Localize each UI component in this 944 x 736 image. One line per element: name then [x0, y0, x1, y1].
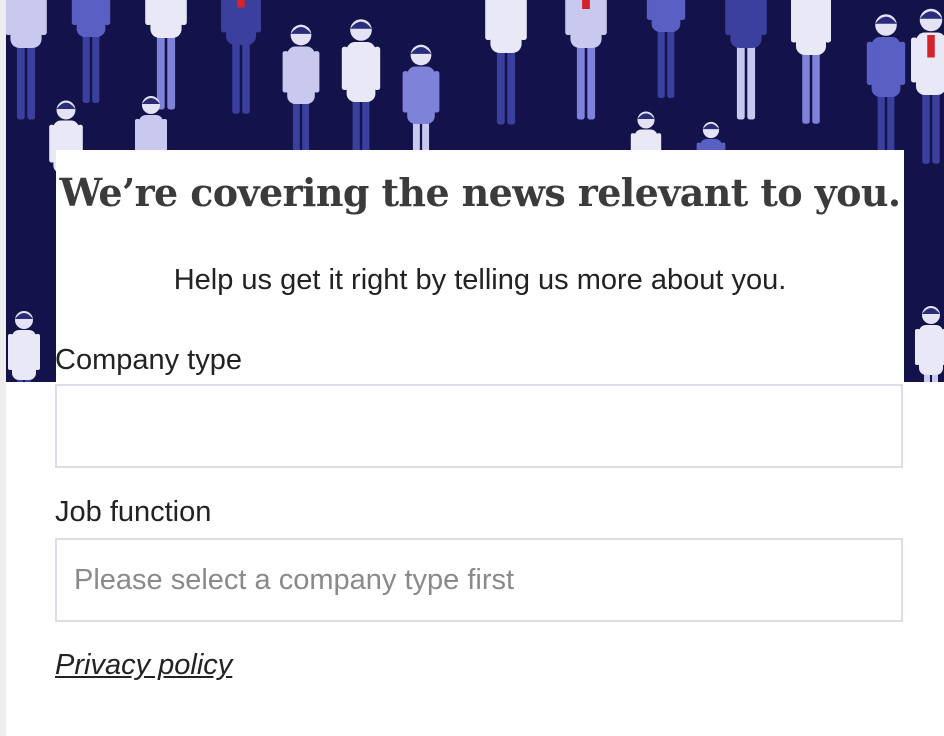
company-type-label: Company type — [55, 344, 242, 376]
page-subtitle: Help us get it right by telling us more … — [173, 264, 787, 296]
job-function-label: Job function — [55, 496, 212, 528]
page-title: We’re covering the news relevant to you. — [59, 170, 901, 215]
page: We’re covering the news relevant to you.… — [0, 0, 944, 736]
privacy-policy-link[interactable]: Privacy policy — [55, 649, 232, 682]
job-function-field[interactable] — [55, 538, 903, 622]
company-type-field[interactable] — [55, 384, 903, 468]
